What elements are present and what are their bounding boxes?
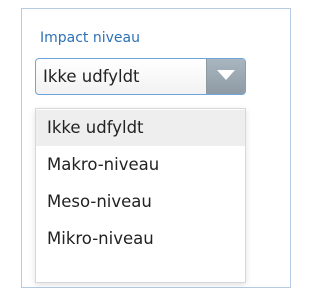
option-meso-niveau[interactable]: Meso-niveau [36, 184, 245, 220]
dropdown-toggle-button[interactable] [206, 59, 245, 94]
dropdown-options-list: Ikke udfyldt Makro-niveau Meso-niveau Mi… [35, 108, 246, 283]
chevron-down-icon [217, 70, 235, 80]
select-current-value: Ikke udfyldt [43, 67, 140, 86]
impact-niveau-select[interactable]: Ikke udfyldt [35, 58, 246, 95]
option-makro-niveau[interactable]: Makro-niveau [36, 147, 245, 183]
option-ikke-udfyldt[interactable]: Ikke udfyldt [36, 110, 245, 146]
impact-niveau-label: Impact niveau [40, 30, 140, 46]
option-mikro-niveau[interactable]: Mikro-niveau [36, 221, 245, 257]
